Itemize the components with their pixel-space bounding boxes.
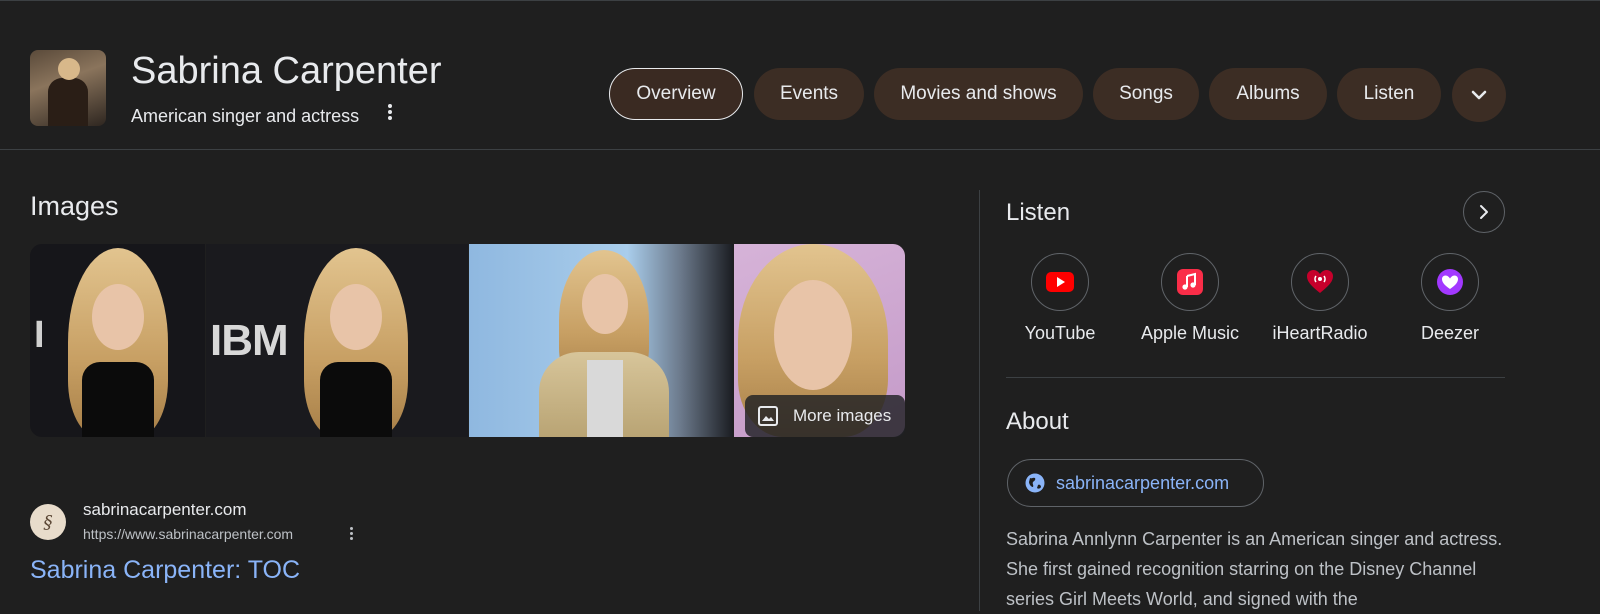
website-label: sabrinacarpenter.com — [1056, 472, 1230, 493]
gallery-image-3[interactable] — [469, 244, 733, 437]
tab-listen[interactable]: Listen — [1337, 68, 1441, 120]
result-title-link[interactable]: Sabrina Carpenter: TOC — [30, 556, 300, 585]
more-images-label: More images — [793, 406, 892, 425]
service-name: iHeartRadio — [1272, 323, 1368, 343]
image-icon — [758, 406, 778, 426]
panel-divider — [979, 190, 980, 611]
gallery-image-1[interactable]: I — [30, 244, 205, 437]
service-name: Deezer — [1420, 323, 1480, 343]
knowledge-panel-header: Sabrina Carpenter American singer and ac… — [0, 1, 1600, 149]
listen-iheartradio[interactable]: iHeartRadio — [1255, 253, 1385, 344]
images-title: Images — [30, 191, 119, 221]
website-chip[interactable]: sabrinacarpenter.com — [1007, 459, 1264, 507]
chevron-down-icon — [1471, 90, 1487, 100]
site-favicon[interactable]: § — [30, 504, 66, 540]
entity-title: Sabrina Carpenter — [131, 50, 442, 92]
about-description: Sabrina Annlynn Carpenter is an American… — [1006, 529, 1503, 609]
listen-youtube[interactable]: YouTube — [995, 253, 1125, 344]
result-site-name[interactable]: sabrinacarpenter.com — [83, 500, 246, 520]
tab-albums[interactable]: Albums — [1209, 68, 1327, 120]
about-title: About — [1006, 408, 1069, 435]
result-url[interactable]: https://www.sabrinacarpenter.com — [83, 526, 293, 542]
listen-apple-music[interactable]: Apple Music — [1125, 253, 1255, 344]
more-options-icon[interactable] — [380, 102, 400, 122]
result-options-icon[interactable] — [342, 525, 360, 545]
header-divider — [0, 149, 1600, 150]
section-divider — [1006, 377, 1505, 378]
tab-events[interactable]: Events — [754, 68, 864, 120]
service-name: Apple Music — [1140, 323, 1240, 343]
listen-title: Listen — [1006, 199, 1071, 226]
deezer-icon — [1437, 269, 1463, 295]
listen-deezer[interactable]: Deezer — [1385, 253, 1515, 344]
apple-music-icon — [1177, 269, 1203, 295]
gallery-image-2[interactable]: IBM — [206, 244, 468, 437]
listen-next-button[interactable] — [1463, 191, 1505, 233]
tab-movies-and-shows[interactable]: Movies and shows — [874, 68, 1083, 120]
profile-thumbnail[interactable] — [30, 50, 106, 126]
more-images-button[interactable]: More images — [745, 395, 905, 437]
youtube-icon — [1046, 272, 1074, 292]
chevron-right-icon — [1480, 205, 1488, 219]
expand-tabs-button[interactable] — [1452, 68, 1506, 122]
tab-overview[interactable]: Overview — [609, 68, 743, 120]
tab-songs[interactable]: Songs — [1093, 68, 1199, 120]
globe-icon — [1025, 473, 1045, 493]
iheartradio-icon — [1307, 270, 1333, 293]
entity-subtitle: American singer and actress — [131, 106, 360, 126]
service-name: YouTube — [1024, 323, 1096, 343]
